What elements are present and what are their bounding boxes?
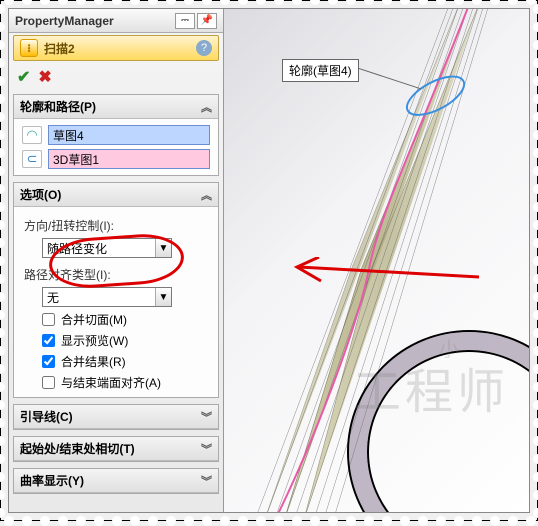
- ok-button[interactable]: ✔: [17, 67, 30, 87]
- section-startend: 起始处/结束处相切(T) ︾: [13, 436, 219, 462]
- path-align-combo[interactable]: 无 ▼: [42, 287, 172, 307]
- section-title: 起始处/结束处相切(T): [20, 440, 135, 457]
- profile-value: 草图4: [53, 127, 84, 144]
- path-icon: ⊂: [22, 150, 42, 168]
- panel-title: PropertyManager: [15, 14, 173, 28]
- section-profile-path-header[interactable]: 轮廓和路径(P) ︽: [14, 95, 218, 119]
- section-title: 引导线(C): [20, 408, 73, 425]
- section-title: 选项(O): [20, 186, 61, 203]
- scallop-edge: [533, 0, 538, 521]
- graphics-viewport[interactable]: 轮廓(草图4) 小 工程师: [224, 9, 529, 512]
- section-curvature-header[interactable]: 曲率显示(Y) ︾: [14, 469, 218, 493]
- section-options-header[interactable]: 选项(O) ︽: [14, 183, 218, 207]
- merge-result-checkbox[interactable]: 合并结果(R): [42, 353, 210, 370]
- align-ends-input[interactable]: [42, 376, 55, 389]
- chevron-down-icon: ︾: [201, 409, 212, 425]
- merge-tangent-checkbox[interactable]: 合并切面(M): [42, 311, 210, 328]
- section-startend-header[interactable]: 起始处/结束处相切(T) ︾: [14, 437, 218, 461]
- path-value: 3D草图1: [53, 151, 99, 168]
- section-profile-path: 轮廓和路径(P) ︽ ◠ 草图4 ⊂ 3D草图1: [13, 94, 219, 176]
- show-preview-input[interactable]: [42, 334, 55, 347]
- twist-control-label: 方向/扭转控制(I):: [24, 217, 208, 234]
- keep-visible-button[interactable]: ⎓: [175, 13, 195, 29]
- section-title: 轮廓和路径(P): [20, 98, 96, 115]
- pin-button[interactable]: 📌: [197, 13, 217, 29]
- chevron-down-icon: ︾: [201, 473, 212, 489]
- section-guides: 引导线(C) ︾: [13, 404, 219, 430]
- show-preview-label: 显示预览(W): [61, 332, 128, 349]
- chevron-up-icon: ︽: [201, 99, 212, 115]
- scallop-edge: [0, 0, 538, 5]
- align-ends-checkbox[interactable]: 与结束端面对齐(A): [42, 374, 210, 391]
- cancel-button[interactable]: ✖: [38, 67, 51, 87]
- twist-control-value: 随路径变化: [47, 240, 107, 257]
- show-preview-checkbox[interactable]: 显示预览(W): [42, 332, 210, 349]
- section-title: 曲率显示(Y): [20, 472, 84, 489]
- profile-field[interactable]: 草图4: [48, 125, 210, 145]
- chevron-down-icon: ▼: [155, 288, 171, 306]
- chevron-up-icon: ︽: [201, 187, 212, 203]
- profile-icon: ◠: [22, 126, 42, 144]
- path-field[interactable]: 3D草图1: [48, 149, 210, 169]
- merge-tangent-input[interactable]: [42, 313, 55, 326]
- merge-result-input[interactable]: [42, 355, 55, 368]
- feature-title-bar: ᎒ 扫描2 ?: [13, 35, 219, 61]
- panel-header: PropertyManager ⎓ 📌: [9, 9, 223, 33]
- merge-tangent-label: 合并切面(M): [61, 311, 127, 328]
- profile-callout[interactable]: 轮廓(草图4): [282, 59, 359, 82]
- path-align-label: 路径对齐类型(I):: [24, 266, 208, 283]
- section-guides-header[interactable]: 引导线(C) ︾: [14, 405, 218, 429]
- property-manager-panel: PropertyManager ⎓ 📌 ᎒ 扫描2 ? ✔ ✖ 轮廓和路径(P)…: [9, 9, 224, 512]
- chevron-down-icon: ︾: [201, 441, 212, 457]
- chevron-down-icon: ▼: [155, 239, 171, 257]
- scallop-edge: [0, 0, 5, 521]
- section-curvature: 曲率显示(Y) ︾: [13, 468, 219, 494]
- merge-result-label: 合并结果(R): [61, 353, 126, 370]
- feature-name: 扫描2: [44, 40, 75, 57]
- twist-control-combo[interactable]: 随路径变化 ▼: [42, 238, 172, 258]
- path-align-value: 无: [47, 289, 59, 306]
- help-button[interactable]: ?: [196, 40, 212, 56]
- sweep-feature-icon: ᎒: [20, 39, 38, 57]
- scallop-edge: [0, 516, 538, 526]
- align-ends-label: 与结束端面对齐(A): [61, 374, 161, 391]
- callout-label: 轮廓(草图4): [289, 64, 352, 78]
- section-options: 选项(O) ︽ 方向/扭转控制(I): 随路径变化 ▼ 路径对齐类型(I): 无…: [13, 182, 219, 398]
